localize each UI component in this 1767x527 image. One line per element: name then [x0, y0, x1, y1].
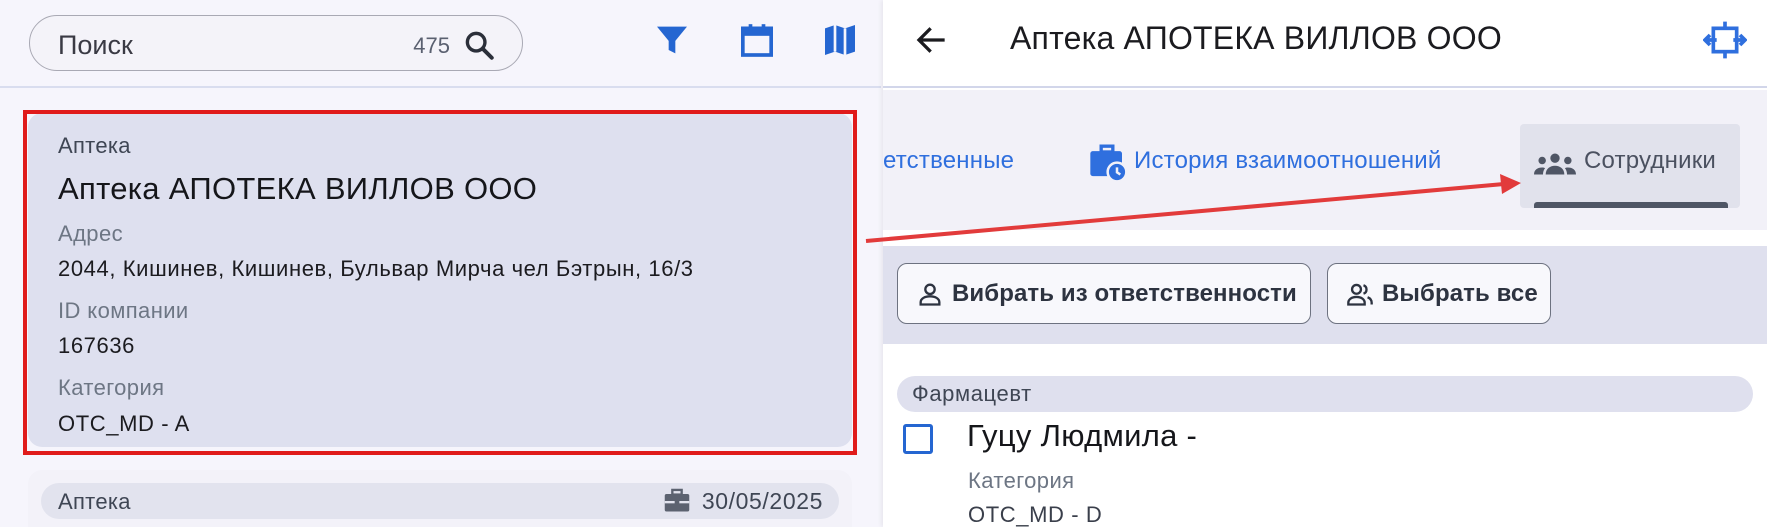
tab-employees-label: Сотрудники: [1584, 147, 1716, 174]
list-item[interactable]: Аптека 30/05/2025: [28, 470, 852, 527]
select-from-responsibility-label: Вибрать из ответственности: [952, 280, 1297, 307]
calendar-icon[interactable]: [737, 20, 777, 60]
page-title: Аптека АПОТЕКА ВИЛЛОВ ООО: [1010, 20, 1502, 56]
select-all-button[interactable]: Выбрать все: [1327, 263, 1551, 324]
employee-name: Гуцу Людмила -: [967, 418, 1198, 453]
employee-category-label: Категория: [968, 468, 1075, 493]
list-pane: Поиск 475 Аптека Аптека АПОТЕКА ВИЛЛОВ О…: [0, 0, 881, 527]
section-header: Фармацевт: [897, 376, 1753, 412]
list-header: Поиск 475: [0, 0, 881, 88]
select-from-responsibility-button[interactable]: Вибрать из ответственности: [897, 263, 1311, 324]
detail-pane: Аптека АПОТЕКА ВИЛЛОВ ООО етственные Ист…: [883, 0, 1767, 527]
arrow-back-icon[interactable]: [913, 22, 949, 58]
group-icon: [1534, 153, 1576, 175]
filter-icon[interactable]: [652, 20, 692, 60]
search-input[interactable]: Поиск 475: [29, 15, 523, 71]
search-placeholder: Поиск: [58, 30, 133, 60]
result-count: 475: [413, 33, 450, 58]
briefcase-icon: [664, 488, 690, 512]
action-bar: Вибрать из ответственности Выбрать все: [883, 246, 1767, 344]
work-history-icon: [1090, 144, 1127, 182]
visit-date: 30/05/2025: [701, 488, 823, 514]
expand-icon[interactable]: [1703, 20, 1747, 60]
employee-category-value: OTC_MD - D: [968, 502, 1103, 527]
person-icon: [919, 283, 941, 306]
employee-checkbox[interactable]: [903, 424, 933, 454]
card-header-band: Аптека 30/05/2025: [41, 483, 839, 519]
detail-header: Аптека АПОТЕКА ВИЛЛОВ ООО: [883, 0, 1767, 88]
tab-bar: етственные История взаимоотношений Сотру…: [883, 90, 1767, 230]
highlight-frame: [23, 110, 857, 455]
select-all-label: Выбрать все: [1382, 280, 1538, 307]
search-icon[interactable]: [462, 28, 496, 62]
tab-history[interactable]: История взаимоотношений: [1134, 147, 1442, 175]
active-tab-indicator: [1534, 202, 1728, 208]
map-icon[interactable]: [820, 20, 860, 60]
tab-employees[interactable]: Сотрудники: [1520, 124, 1740, 208]
tab-responsible[interactable]: етственные: [883, 147, 1014, 175]
card-type: Аптека: [58, 489, 131, 514]
section-label: Фармацевт: [912, 381, 1032, 406]
people-icon: [1347, 283, 1373, 306]
